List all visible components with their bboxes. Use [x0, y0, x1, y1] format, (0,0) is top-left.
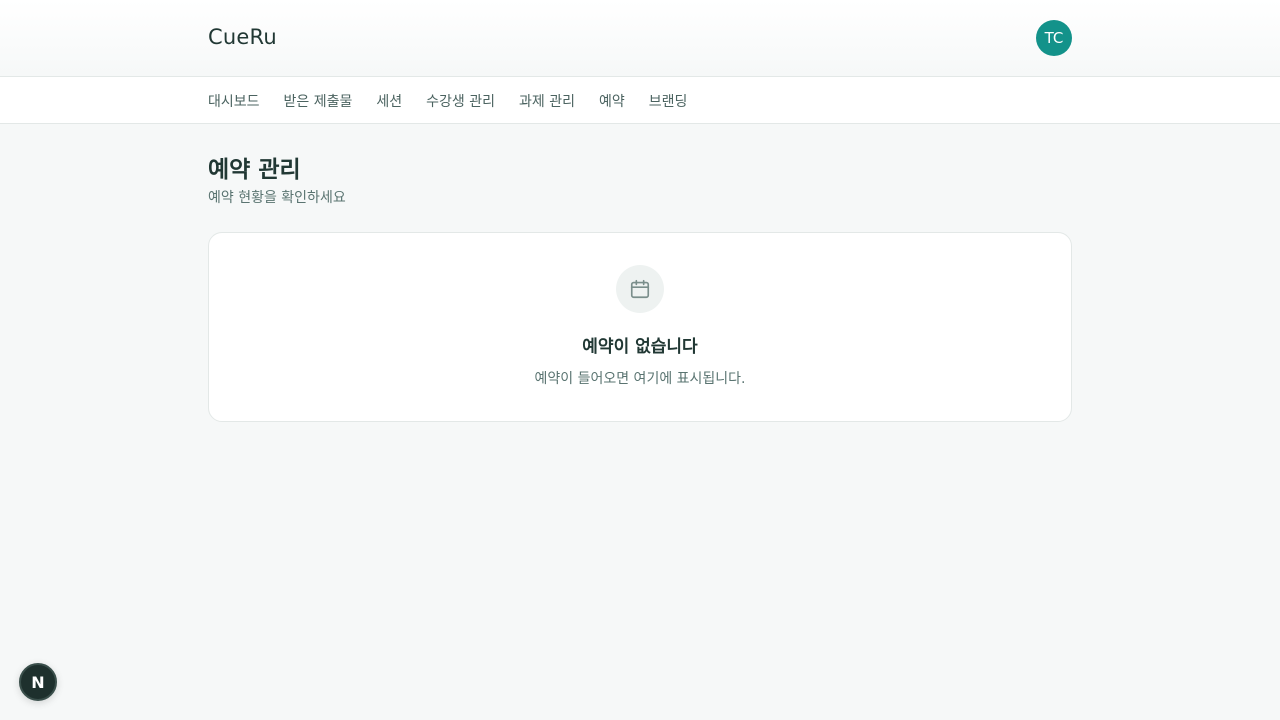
page-title: 예약 관리: [208, 157, 301, 183]
empty-state-title: 예약이 없습니다: [582, 337, 698, 357]
calendar-icon: [630, 279, 650, 299]
nav-item-students[interactable]: 수강생 관리: [426, 91, 495, 111]
nav-item-dashboard[interactable]: 대시보드: [208, 91, 260, 111]
nav-item-branding[interactable]: 브랜딩: [649, 91, 688, 111]
empty-state-description: 예약이 들어오면 여기에 표시됩니다.: [534, 371, 746, 387]
app-header: CueRu TC: [0, 0, 1280, 77]
nav-item-bookings[interactable]: 예약: [599, 91, 625, 111]
nav-items: 대시보드 받은 제출물 세션 수강생 관리 과제 관리 예약 브랜딩: [208, 77, 687, 124]
nav-item-assignments[interactable]: 과제 관리: [519, 91, 575, 111]
empty-state-icon-wrap: [616, 265, 664, 313]
nav-item-sessions[interactable]: 세션: [376, 91, 402, 111]
floating-action-button[interactable]: N: [19, 663, 57, 701]
page-subtitle: 예약 현황을 확인하세요: [208, 190, 346, 206]
empty-state-card: 예약이 없습니다 예약이 들어오면 여기에 표시됩니다.: [208, 232, 1072, 422]
user-avatar[interactable]: TC: [1036, 20, 1072, 56]
brand-logo[interactable]: CueRu: [208, 25, 277, 49]
main-nav: 대시보드 받은 제출물 세션 수강생 관리 과제 관리 예약 브랜딩: [0, 77, 1280, 124]
nav-item-submissions[interactable]: 받은 제출물: [284, 91, 353, 111]
